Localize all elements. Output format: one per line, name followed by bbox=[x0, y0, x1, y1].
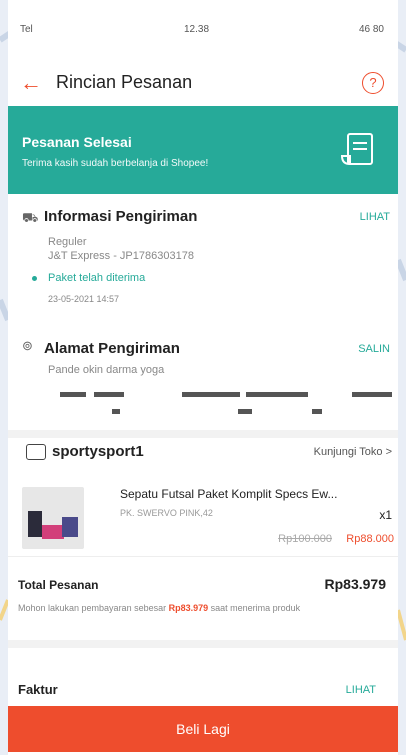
battery-indicator: 46 80 bbox=[358, 24, 384, 35]
redacted-address bbox=[238, 409, 252, 414]
shipping-service: Reguler bbox=[48, 236, 87, 248]
address-title: Alamat Pengiriman bbox=[44, 340, 180, 357]
location-pin-icon: ⊚ bbox=[22, 338, 33, 353]
banner-title: Pesanan Selesai bbox=[22, 134, 132, 150]
recipient-name: Pande okin darma yoga bbox=[48, 364, 165, 376]
payment-note-suffix: saat menerima produk bbox=[208, 603, 301, 613]
signal-indicator: Tel bbox=[20, 24, 33, 35]
page-title: Rincian Pesanan bbox=[56, 72, 193, 92]
app-bar: ← Rincian Pesanan ? bbox=[8, 62, 398, 106]
product-image[interactable] bbox=[22, 487, 84, 549]
status-bar: Tel 12.38 46 80 bbox=[8, 0, 398, 60]
status-time: 12.38 bbox=[184, 24, 210, 35]
redacted-address bbox=[60, 392, 86, 397]
product-qty: x1 bbox=[379, 508, 392, 522]
payment-note-prefix: Mohon lakukan pembayaran sebesar bbox=[18, 603, 169, 613]
shipping-timestamp: 23-05-2021 14:57 bbox=[48, 294, 120, 304]
back-arrow-icon[interactable]: ← bbox=[20, 70, 42, 96]
section-divider bbox=[8, 430, 398, 438]
total-label: Total Pesanan bbox=[18, 578, 99, 592]
banner-subtitle: Terima kasih sudah berbelanja di Shopee! bbox=[22, 158, 209, 169]
redacted-address bbox=[182, 392, 240, 397]
order-status-banner: Pesanan Selesai Terima kasih sudah berbe… bbox=[8, 106, 398, 194]
status-dot bbox=[32, 276, 37, 281]
product-shoe-icon bbox=[42, 525, 64, 539]
address-copy-link[interactable]: SALIN bbox=[358, 343, 390, 355]
redacted-address bbox=[246, 392, 308, 397]
shop-name[interactable]: sportysport1 bbox=[52, 443, 144, 460]
redacted-address bbox=[112, 409, 120, 414]
receipt-icon bbox=[340, 133, 373, 166]
product-variant: PK. SWERVO PINK,42 bbox=[120, 508, 213, 518]
address-section: ⊚ Alamat Pengiriman SALIN Pande okin dar… bbox=[8, 322, 398, 430]
phone-screen: Tel 12.38 46 80 ← Rincian Pesanan ? Pesa… bbox=[8, 0, 398, 755]
truck-icon: ⛟ bbox=[22, 210, 39, 225]
shipping-courier: J&T Express - JP1786303178 bbox=[48, 250, 194, 262]
invoice-link[interactable]: LIHAT bbox=[346, 684, 376, 696]
product-ball-icon bbox=[62, 517, 78, 537]
shipping-info-section: ⛟ Informasi Pengiriman LIHAT Reguler J&T… bbox=[8, 194, 398, 322]
section-divider bbox=[8, 640, 398, 648]
product-name[interactable]: Sepatu Futsal Paket Komplit Specs Ew... bbox=[120, 487, 394, 501]
payment-note-amount: Rp83.979 bbox=[168, 603, 209, 613]
redacted-address bbox=[352, 392, 392, 397]
redacted-address bbox=[312, 409, 322, 414]
help-icon[interactable]: ? bbox=[362, 72, 384, 94]
buy-again-button[interactable]: Beli Lagi bbox=[8, 706, 398, 752]
shipping-status: Paket telah diterima bbox=[48, 272, 146, 284]
redacted-address bbox=[94, 392, 124, 397]
product-original-price: Rp100.000 bbox=[278, 533, 332, 545]
shipping-info-title: Informasi Pengiriman bbox=[44, 208, 198, 225]
product-price: Rp88.000 bbox=[346, 533, 394, 545]
total-value: Rp83.979 bbox=[324, 576, 386, 592]
payment-note: Mohon lakukan pembayaran sebesar Rp83.97… bbox=[18, 602, 392, 614]
shipping-info-link[interactable]: LIHAT bbox=[360, 211, 390, 223]
invoice-label: Faktur bbox=[18, 682, 58, 697]
shop-icon bbox=[26, 444, 46, 460]
visit-shop-link[interactable]: Kunjungi Toko > bbox=[314, 446, 392, 458]
row-divider bbox=[8, 556, 398, 557]
product-bag-icon bbox=[28, 511, 42, 537]
